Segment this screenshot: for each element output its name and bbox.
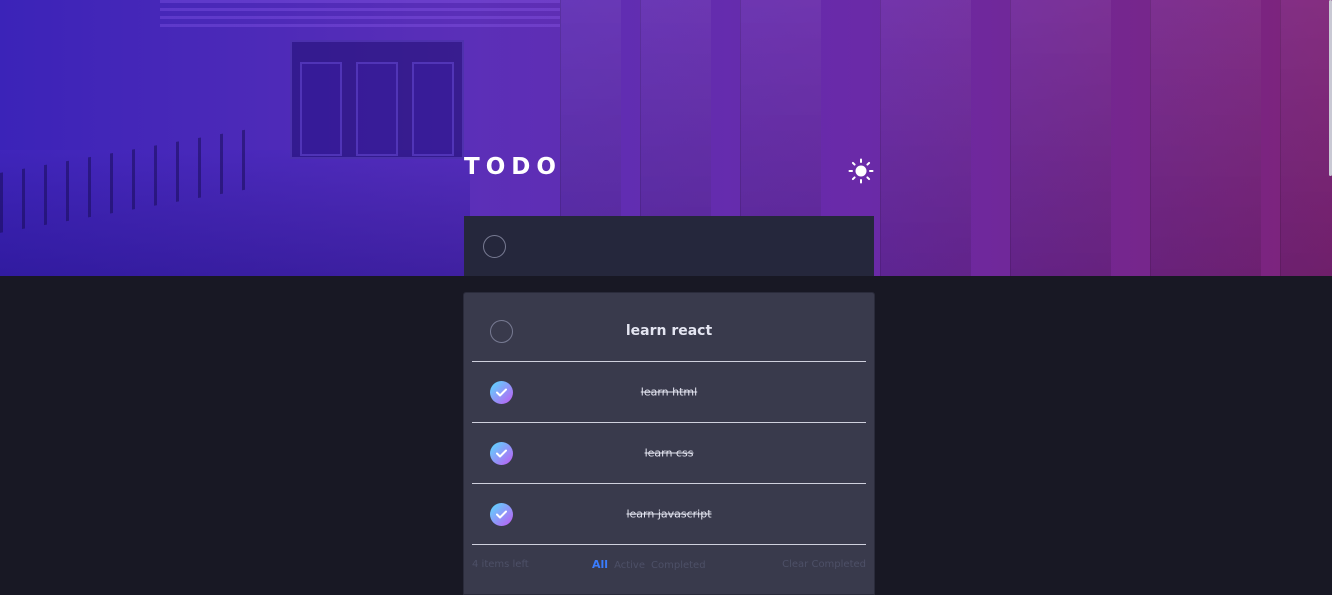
todo-label: learn css xyxy=(644,446,694,460)
filter-completed[interactable]: Completed xyxy=(651,560,706,571)
todo-item[interactable]: learn css xyxy=(472,423,866,484)
sun-icon xyxy=(848,158,874,184)
todo-label: learn html xyxy=(640,385,698,399)
todo-app: TODO learn react learn html learn css le… xyxy=(0,0,1332,595)
hero-door-decoration xyxy=(290,40,464,159)
filter-all[interactable]: All xyxy=(592,558,608,571)
new-todo-bar xyxy=(464,216,874,276)
items-left-count: 4 items left xyxy=(472,559,529,570)
todo-list: learn react learn html learn css learn j… xyxy=(463,292,875,595)
filter-active[interactable]: Active xyxy=(614,560,645,571)
clear-completed-button[interactable]: Clear Completed xyxy=(782,559,866,570)
todo-label: learn react xyxy=(625,323,713,339)
todo-footer: 4 items left All Active Completed Clear … xyxy=(472,555,866,575)
new-todo-input[interactable] xyxy=(522,236,858,256)
hero-ceiling-decoration xyxy=(160,0,560,30)
todo-label: learn javascript xyxy=(626,507,712,521)
todo-item[interactable]: learn react xyxy=(472,301,866,362)
theme-toggle-button[interactable] xyxy=(848,158,874,184)
todo-item[interactable]: learn javascript xyxy=(472,484,866,545)
page-title: TODO xyxy=(464,154,562,180)
todo-item[interactable]: learn html xyxy=(472,362,866,423)
new-todo-circle-toggle[interactable] xyxy=(483,234,506,258)
filter-group: All Active Completed xyxy=(592,558,706,571)
